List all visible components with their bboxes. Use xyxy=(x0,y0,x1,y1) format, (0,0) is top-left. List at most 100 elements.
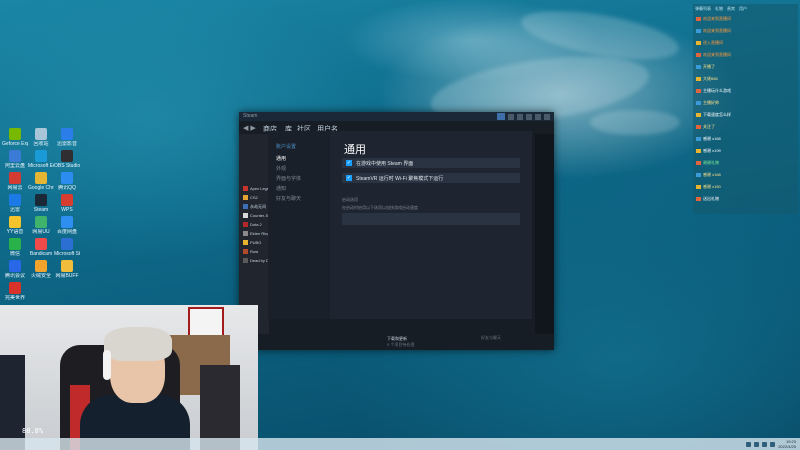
desktop-icon[interactable]: 微信 xyxy=(2,238,28,257)
maximize-icon[interactable] xyxy=(535,113,541,120)
chat-message-text: 感谢 x199 xyxy=(703,148,721,153)
chat-message-text: 感谢 x168 xyxy=(703,172,721,177)
app-icon xyxy=(35,128,47,140)
desktop-icon[interactable]: 火绒安全 xyxy=(28,260,54,279)
desktop-icon[interactable]: 网易云 xyxy=(2,172,28,191)
desktop-icon-label: 网易云 xyxy=(7,185,23,191)
desktop-icon[interactable]: 腾讯QQ xyxy=(54,172,80,191)
notification-icon[interactable] xyxy=(508,113,514,120)
user-badge-icon xyxy=(696,100,701,105)
settings-dialog: 账户设置 通用 外观 界面与字体 通知 好友与聊天 通用 ✓ 在游戏中使用 St… xyxy=(268,131,532,319)
desktop-icon[interactable]: 腾讯会议 xyxy=(2,260,28,279)
library-game-item[interactable]: CS2 xyxy=(243,195,258,201)
chat-message: 欢迎来到直播间 xyxy=(696,28,731,34)
taskbar: 19:23 2022/4/25 xyxy=(0,438,800,450)
chat-tab[interactable]: 用户 xyxy=(739,5,747,13)
user-badge-icon xyxy=(696,196,701,201)
desktop-icon[interactable]: 网易UU xyxy=(28,216,54,235)
library-game-item[interactable]: 永劫无间 xyxy=(243,204,266,210)
user-badge-icon xyxy=(696,28,701,33)
desktop-icon[interactable]: 迅雷 xyxy=(2,194,28,213)
app-icon xyxy=(61,260,73,272)
desktop-icon-label: YY语音 xyxy=(6,229,24,235)
back-forward-icon[interactable]: ◀ ▶ xyxy=(243,124,256,132)
user-badge-icon xyxy=(696,88,701,93)
wave-highlight xyxy=(590,110,680,135)
checkbox-checked-icon[interactable]: ✓ xyxy=(346,160,352,166)
minimize-icon[interactable] xyxy=(526,113,532,120)
desktop-icon[interactable]: 迅雷影音 xyxy=(54,128,80,147)
game-icon xyxy=(243,240,248,246)
chat-message: 感谢 x168 xyxy=(696,172,721,178)
close-icon[interactable] xyxy=(544,113,550,120)
webcam-counter: 88.8% xyxy=(22,427,44,435)
desktop-icon[interactable]: Steam xyxy=(28,194,54,213)
broadcast-icon[interactable] xyxy=(497,113,505,120)
friends-chat-label[interactable]: 好友与聊天 xyxy=(481,335,501,341)
live-chat-panel: 弹幕列表 礼物 贵宾 用户 欢迎来到直播间 欢迎来到直播间 进入直播间 欢迎来到直播间… xyxy=(693,4,798,214)
library-game-item[interactable]: Rust xyxy=(243,249,258,255)
desktop-icon[interactable]: Google Chrome xyxy=(28,172,54,191)
desktop-icon[interactable]: Geforce Experience xyxy=(2,128,28,147)
desktop-icon[interactable]: 阿里云盘 xyxy=(2,150,28,169)
chat-message-text: 下载速度怎么样 xyxy=(703,112,731,117)
chat-tab[interactable]: 弹幕列表 xyxy=(695,5,711,13)
chat-message: 开播了 xyxy=(696,64,715,70)
desktop-icon[interactable]: OBS Studio xyxy=(54,150,80,169)
desktop-icon[interactable]: YY语音 xyxy=(2,216,28,235)
checkbox-row[interactable]: ✓ 在游戏中使用 Steam 界面 xyxy=(342,158,520,168)
app-icon xyxy=(61,238,73,250)
settings-nav-appearance[interactable]: 外观 xyxy=(276,165,286,172)
settings-nav-interface[interactable]: 界面与字体 xyxy=(276,175,301,182)
chat-message: 进入直播间 xyxy=(696,40,723,46)
chat-message: 谢谢礼物 xyxy=(696,160,719,166)
chat-message: 主播好帅 xyxy=(696,100,719,106)
chat-tab[interactable]: 贵宾 xyxy=(727,5,735,13)
library-game-item[interactable]: Elden Ring xyxy=(243,231,270,237)
library-game-label: CS2 xyxy=(250,195,258,200)
settings-nav-notifications[interactable]: 通知 xyxy=(276,185,286,192)
game-icon xyxy=(243,204,248,210)
ime-icon[interactable] xyxy=(770,441,776,447)
chat-message-text: 谢谢礼物 xyxy=(703,160,719,165)
desktop-icon-label: WPS xyxy=(61,207,73,213)
desktop-icon[interactable]: WPS xyxy=(54,194,80,213)
app-icon xyxy=(9,282,21,294)
section-description: 在启动时启用以下选项以加快游戏启动速度 xyxy=(342,205,418,210)
desktop-icon[interactable]: 网易BUFF xyxy=(54,260,80,279)
chat-message: 欢迎来到直播间 xyxy=(696,16,731,22)
desktop-icon[interactable]: Bandicam xyxy=(28,238,54,257)
desktop-icon[interactable]: 回收站 xyxy=(28,128,54,147)
app-icon xyxy=(61,172,73,184)
desktop-icon[interactable]: Microsoft Store xyxy=(54,238,80,257)
launch-options-input[interactable] xyxy=(342,213,520,225)
app-icon xyxy=(35,150,47,162)
user-badge-icon xyxy=(696,64,701,69)
library-game-item[interactable]: Dota 2 xyxy=(243,222,262,228)
user-badge-icon xyxy=(696,76,701,81)
desktop-icon[interactable]: Microsoft Edge xyxy=(28,150,54,169)
chat-message-text: 感谢 x150 xyxy=(703,184,721,189)
volume-icon[interactable] xyxy=(762,441,768,447)
game-icon xyxy=(243,258,248,264)
taskbar-clock[interactable]: 19:23 2022/4/25 xyxy=(778,439,796,449)
network-icon[interactable] xyxy=(754,441,760,447)
avatar[interactable] xyxy=(517,113,523,120)
chat-tab[interactable]: 礼物 xyxy=(715,5,723,13)
library-game-label: 永劫无间 xyxy=(250,204,266,209)
settings-nav-general[interactable]: 通用 xyxy=(276,155,286,162)
desktop-icon[interactable]: 百度网盘 xyxy=(54,216,80,235)
settings-nav-friends[interactable]: 好友与聊天 xyxy=(276,195,301,202)
desktop-icon-label: 火绒安全 xyxy=(30,273,51,279)
library-game-item[interactable]: PUBG xyxy=(243,240,261,246)
steam-titlebar[interactable]: Steam xyxy=(239,112,554,121)
desktop-icon-label: OBS Studio xyxy=(54,163,80,169)
checkbox-row[interactable]: ✓ SteamVR 运行时 Wi-Fi 聚焦模式下运行 xyxy=(342,173,520,183)
tray-chevron-icon[interactable] xyxy=(746,441,752,447)
chat-message: 感谢 x199 xyxy=(696,148,721,154)
checkbox-checked-icon[interactable]: ✓ xyxy=(346,175,352,181)
desktop-icon-label: 网易UU xyxy=(32,229,50,235)
game-icon xyxy=(243,213,248,219)
desktop-icon[interactable]: 完美世界 xyxy=(2,282,28,301)
desktop-icon-label: Google Chrome xyxy=(28,185,54,191)
